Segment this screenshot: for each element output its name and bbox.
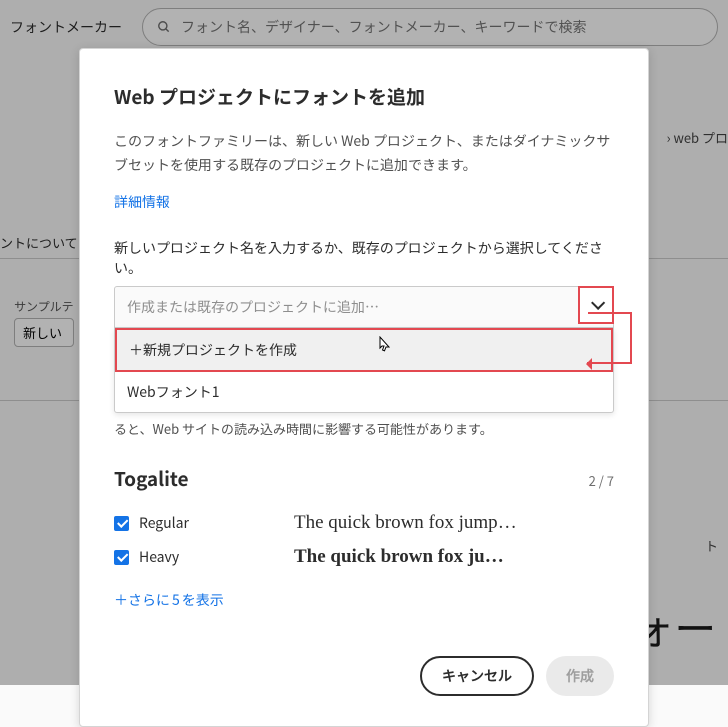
font-style-name: Regular <box>139 513 189 533</box>
font-style-checkbox-heavy[interactable]: Heavy <box>114 547 294 567</box>
add-to-web-project-dialog: Web プロジェクトにフォントを追加 このフォントファミリーは、新しい Web … <box>79 48 649 727</box>
font-family-name: Togalite <box>114 465 188 492</box>
dropdown-item-label: Webフォント1 <box>127 382 219 402</box>
dialog-description: このフォントファミリーは、新しい Web プロジェクト、またはダイナミックサブセ… <box>114 130 614 178</box>
checkbox-checked-icon <box>114 516 129 531</box>
checkbox-checked-icon <box>114 550 129 565</box>
project-dropdown: ＋新規プロジェクトを作成 Webフォント1 <box>114 328 614 413</box>
show-more-styles-link[interactable]: ＋さらに 5 を表示 <box>114 590 224 610</box>
show-more-prefix: ＋さらに <box>114 590 170 610</box>
load-time-note: ると、Web サイトの読み込み時間に影響する可能性があります。 <box>114 419 614 440</box>
font-style-row-heavy: Heavy The quick brown fox ju <box>114 540 614 574</box>
font-count: 2 / 7 <box>589 471 614 490</box>
project-select-input[interactable]: 作成または既存のプロジェクトに追加… <box>114 286 614 328</box>
dropdown-item-label: ＋新規プロジェクトを作成 <box>129 340 297 360</box>
show-more-suffix: を表示 <box>182 590 224 610</box>
font-family-block: Togalite 2 / 7 Regular The quick brown f… <box>114 465 614 610</box>
cursor-pointer-icon <box>375 336 391 361</box>
project-select-toggle[interactable] <box>578 286 614 324</box>
font-style-checkbox-regular[interactable]: Regular <box>114 513 294 533</box>
font-sample-regular: The quick brown fox jump <box>294 512 517 534</box>
font-sample-heavy: The quick brown fox ju <box>294 546 504 568</box>
dialog-actions: キャンセル 作成 <box>114 656 614 696</box>
create-button: 作成 <box>546 656 614 696</box>
dialog-title: Web プロジェクトにフォントを追加 <box>114 83 614 110</box>
project-select[interactable]: 作成または既存のプロジェクトに追加… ＋新規プロジェクトを作成 Webフォント1 <box>114 286 614 413</box>
show-more-count: 5 <box>172 590 180 610</box>
cancel-button[interactable]: キャンセル <box>420 656 534 696</box>
dropdown-create-new-project[interactable]: ＋新規プロジェクトを作成 <box>115 328 613 372</box>
font-style-row-regular: Regular The quick brown fox jump <box>114 506 614 540</box>
modal-overlay: Web プロジェクトにフォントを追加 このフォントファミリーは、新しい Web … <box>0 0 728 685</box>
project-instruction: 新しいプロジェクト名を入力するか、既存のプロジェクトから選択してください。 <box>114 238 614 278</box>
more-info-link[interactable]: 詳細情報 <box>114 192 170 212</box>
font-style-name: Heavy <box>139 547 179 567</box>
chevron-down-icon <box>591 295 605 309</box>
dropdown-existing-project-1[interactable]: Webフォント1 <box>115 372 613 412</box>
